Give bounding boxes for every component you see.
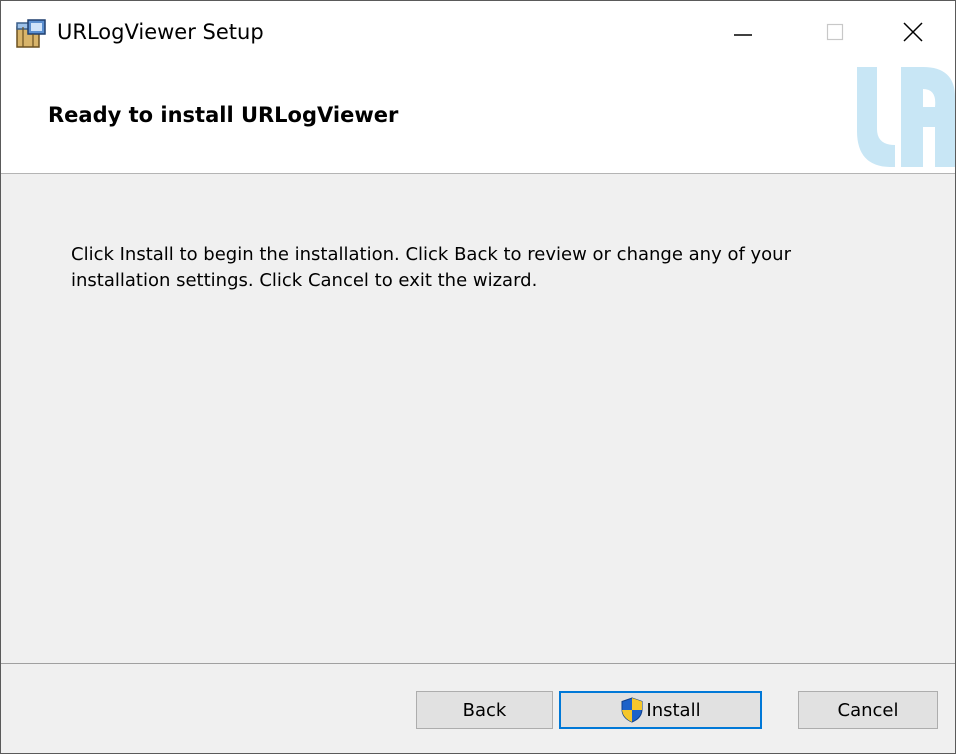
page-title: Ready to install URLogViewer bbox=[48, 103, 399, 127]
install-button[interactable]: Install bbox=[559, 691, 762, 729]
setup-window: URLogViewer Setup Ready to install URLog… bbox=[0, 0, 956, 754]
ur-logo bbox=[851, 67, 955, 167]
back-button[interactable]: Back bbox=[416, 691, 553, 729]
close-button[interactable] bbox=[871, 1, 955, 67]
minimize-icon bbox=[733, 22, 753, 46]
cancel-button[interactable]: Cancel bbox=[798, 691, 938, 729]
instructions-text: Click Install to begin the installation.… bbox=[71, 244, 791, 291]
header-banner: Ready to install URLogViewer bbox=[1, 67, 955, 174]
maximize-icon bbox=[825, 22, 845, 46]
uac-shield-icon bbox=[620, 697, 644, 723]
minimize-button[interactable] bbox=[697, 1, 789, 67]
maximize-button bbox=[789, 1, 881, 67]
installer-package-icon[interactable] bbox=[14, 17, 48, 51]
title-bar[interactable]: URLogViewer Setup bbox=[1, 1, 955, 67]
content-area: Click Install to begin the installation.… bbox=[1, 174, 955, 663]
button-bar: Back Install Cancel bbox=[1, 663, 955, 753]
window-title: URLogViewer Setup bbox=[57, 20, 264, 44]
install-button-label: Install bbox=[646, 699, 701, 721]
close-icon bbox=[902, 21, 924, 47]
